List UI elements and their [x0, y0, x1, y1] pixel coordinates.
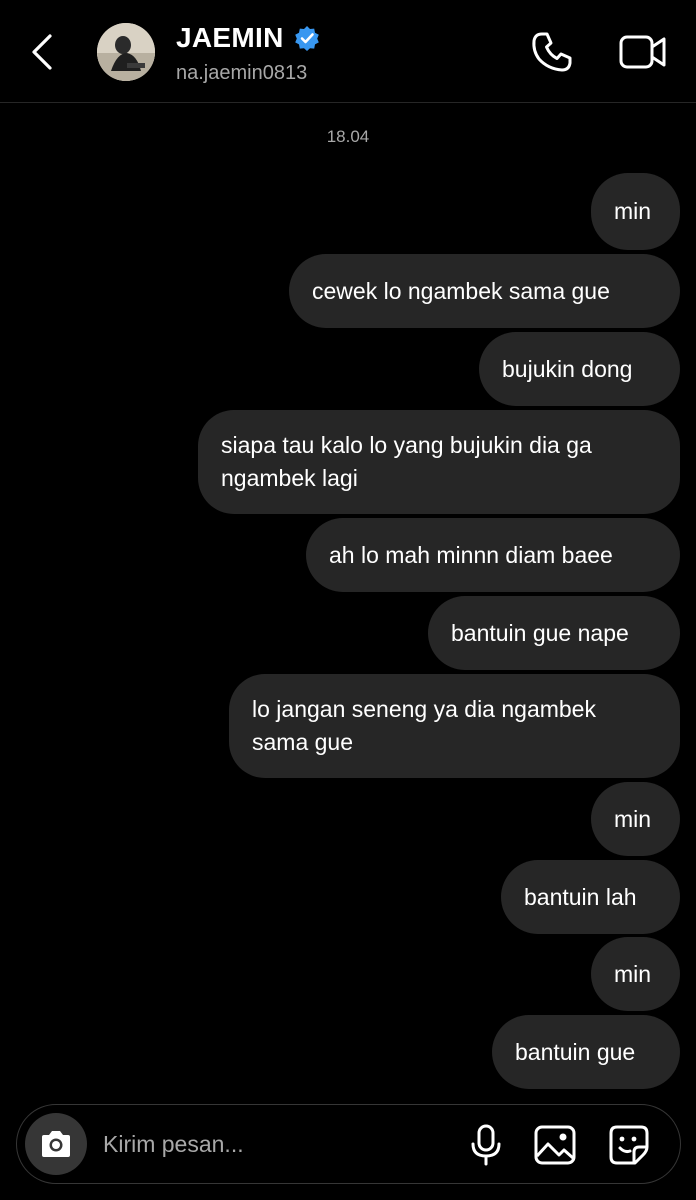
message-bubble[interactable]: min: [591, 782, 680, 856]
message-bubble[interactable]: lo jangan seneng ya dia ngambek sama gue: [229, 674, 680, 778]
message-text: bujukin dong: [502, 355, 633, 382]
message-text: min: [614, 960, 652, 987]
chevron-left-icon[interactable]: [26, 32, 62, 72]
contact-username: na.jaemin0813: [176, 62, 308, 84]
camera-button[interactable]: [25, 1113, 87, 1175]
message-input[interactable]: [103, 1129, 443, 1159]
video-camera-icon[interactable]: [617, 30, 669, 74]
verified-badge-icon: [295, 26, 319, 51]
message-text: bantuin lah: [524, 883, 637, 910]
chat-header: JAEMIN na.jaemin0813: [0, 0, 696, 103]
microphone-icon[interactable]: [468, 1123, 504, 1167]
message-text: bantuin gue: [515, 1038, 636, 1065]
message-bubble[interactable]: cewek lo ngambek sama gue: [289, 254, 680, 328]
message-text: lo jangan seneng ya dia ngambek sama gue: [252, 696, 596, 755]
contact-name[interactable]: JAEMIN: [176, 22, 284, 54]
message-text: min: [614, 198, 652, 224]
message-composer: [16, 1104, 681, 1184]
message-bubble[interactable]: bantuin lah: [501, 860, 680, 934]
message-bubble[interactable]: min: [591, 937, 680, 1011]
message-text: ah lo mah minnn diam baee: [329, 541, 613, 568]
message-text: siapa tau kalo lo yang bujukin dia ga ng…: [221, 432, 592, 491]
message-text: bantuin gue nape: [451, 619, 629, 646]
message-bubble[interactable]: bujukin dong: [479, 332, 680, 406]
avatar[interactable]: [97, 23, 155, 81]
image-icon[interactable]: [533, 1123, 577, 1167]
sticker-icon[interactable]: [607, 1123, 651, 1167]
thread-date: 18.04: [326, 127, 370, 146]
message-bubble[interactable]: bantuin gue nape: [428, 596, 680, 670]
message-bubble[interactable]: ah lo mah minnn diam baee: [306, 518, 680, 592]
camera-icon: [42, 1131, 70, 1157]
message-bubble[interactable]: siapa tau kalo lo yang bujukin dia ga ng…: [198, 410, 680, 514]
message-bubble[interactable]: min: [591, 173, 680, 250]
message-text: cewek lo ngambek sama gue: [312, 277, 610, 304]
message-bubble[interactable]: bantuin gue: [492, 1015, 680, 1089]
phone-icon[interactable]: [528, 28, 576, 76]
contact-name-row[interactable]: JAEMIN: [176, 22, 320, 54]
message-text: min: [614, 805, 652, 832]
